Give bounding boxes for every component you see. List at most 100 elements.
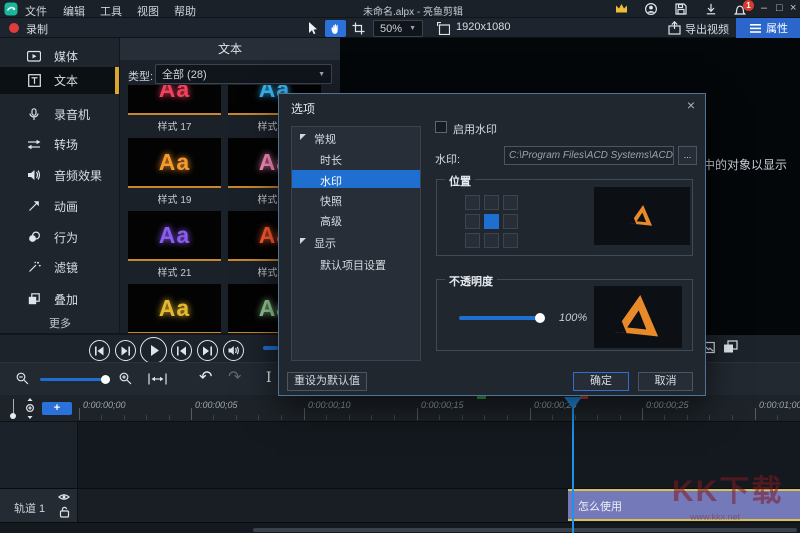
zoom-in-icon[interactable] [119,372,132,385]
position-cell-selected[interactable] [484,214,499,229]
position-cell[interactable] [503,233,518,248]
horizontal-scrollbar[interactable] [253,528,797,532]
menu-file[interactable]: 文件 [25,3,47,19]
record-label[interactable]: 录制 [26,21,48,37]
menu-help[interactable]: 帮助 [174,3,196,19]
undo-button[interactable]: ↶ [199,370,212,386]
browse-button[interactable]: ... [678,146,697,165]
duplicate-preview-icon[interactable] [723,340,738,354]
properties-button[interactable]: 属性 [736,18,800,38]
dialog-close-button[interactable]: × [687,97,695,113]
type-select[interactable]: 全部 (28) ▼ [155,64,332,84]
position-cell[interactable] [484,195,499,210]
timeline-zoom-slider[interactable] [40,378,106,381]
text-style-label: 样式 21 [128,261,221,275]
play-button[interactable] [140,337,167,364]
track-lock-toggle[interactable] [59,506,70,518]
hand-tool-button[interactable] [325,20,346,37]
close-button[interactable]: × [790,2,796,14]
crop-icon[interactable] [352,22,365,35]
record-icon[interactable] [9,23,19,33]
position-cell[interactable] [503,214,518,229]
fit-timeline-icon[interactable] [148,373,167,385]
text-style-tile[interactable]: Aa样式 19 [128,138,221,202]
tree-item-watermark-selected[interactable]: 水印 [292,170,420,188]
watermark-path-input[interactable]: C:\Program Files\ACD Systems\ACDSee Lux [504,146,674,165]
crown-icon[interactable] [615,3,628,14]
sidebar-item-audio-effects[interactable]: 音频效果 [0,161,120,189]
redo-button[interactable]: ↷ [228,370,241,386]
download-icon[interactable] [705,3,717,15]
volume-button[interactable] [223,340,244,361]
zoom-level-select[interactable]: 50% ▼ [373,20,423,37]
menu-edit[interactable]: 编辑 [63,3,85,19]
position-cell[interactable] [465,214,480,229]
position-preview [594,187,690,245]
sidebar-item-filters[interactable]: 滤镜 [0,253,120,281]
sidebar-item-animation[interactable]: 动画 [0,192,120,220]
volume-icon [228,345,240,356]
export-icon[interactable] [668,21,681,35]
add-track-button[interactable]: + [42,402,72,415]
ruler-label: 0:00:00;05 [195,400,238,410]
timeline-zoom-slider-knob[interactable] [101,375,110,384]
style-sample: Aa [159,295,190,322]
tree-item-default-project-settings[interactable]: 默认项目设置 [320,257,386,273]
ok-button[interactable]: 确定 [573,372,629,391]
position-cell[interactable] [484,233,499,248]
skip-end-icon [202,346,213,356]
vertical-zoom-icon[interactable] [24,398,36,419]
menu-view[interactable]: 视图 [137,3,159,19]
transitions-icon [26,139,42,150]
tree-expand-icon[interactable] [300,134,306,140]
minimize-button[interactable]: – [761,2,767,14]
text-style-tile[interactable]: Aa样式 21 [128,211,221,275]
sidebar-item-text[interactable]: 文本 [0,67,120,94]
circles-icon [26,231,42,243]
maximize-button[interactable]: □ [776,2,783,14]
sidebar-more-button[interactable]: 更多 [0,315,120,331]
sidebar-item-behavior[interactable]: 行为 [0,223,120,251]
position-cell[interactable] [465,233,480,248]
position-cell[interactable] [503,195,518,210]
skip-to-start-button[interactable] [171,340,192,361]
skip-to-end-button[interactable] [197,340,218,361]
sidebar-item-transitions[interactable]: 转场 [0,130,120,158]
tree-item-general[interactable]: 常规 [314,131,336,147]
track-1-header: 轨道 1 [0,489,78,522]
previous-frame-button[interactable] [89,340,110,361]
text-style-tile[interactable]: Aa [128,284,221,333]
opacity-slider[interactable] [459,316,543,320]
tree-item-duration[interactable]: 时长 [320,152,342,168]
text-style-label: 样式 17 [128,115,221,129]
position-cell[interactable] [465,195,480,210]
tree-item-advanced[interactable]: 高级 [320,213,342,229]
zoom-out-icon[interactable] [16,372,29,385]
text-style-tile[interactable]: Aa样式 17 [128,85,221,129]
sidebar-item-label: 录音机 [54,106,90,123]
microphone-icon [26,108,42,121]
reset-defaults-button[interactable]: 重设为默认值 [287,372,367,391]
next-frame-button[interactable] [115,340,136,361]
export-video-button[interactable]: 导出视频 [685,21,729,37]
tree-item-display[interactable]: 显示 [314,235,336,251]
tree-item-snapshot[interactable]: 快照 [320,193,342,209]
account-icon[interactable] [645,3,657,15]
zoom-level-value: 50% [380,23,402,35]
seek-bar[interactable] [263,346,278,350]
menu-tools[interactable]: 工具 [100,3,122,19]
cancel-button[interactable]: 取消 [638,372,693,391]
sidebar-item-media[interactable]: 媒体 [0,42,120,70]
timeline-ruler[interactable]: + 0:00:00;000:00:00;050:00:00;100:00:00;… [0,395,800,422]
track-visibility-toggle[interactable] [58,492,70,502]
enable-watermark-checkbox[interactable] [435,121,447,133]
tree-expand-icon[interactable] [300,238,306,244]
sidebar-item-recorder[interactable]: 录音机 [0,100,120,128]
save-icon[interactable] [675,3,687,15]
sidebar-item-overlay[interactable]: 叠加 [0,285,120,313]
pointer-tool-icon[interactable] [308,22,318,35]
resolution-icon[interactable] [437,22,450,35]
razor-tool[interactable]: I [266,370,272,386]
ruler-label: 0:00:00;25 [646,400,689,410]
opacity-slider-knob[interactable] [535,313,545,323]
